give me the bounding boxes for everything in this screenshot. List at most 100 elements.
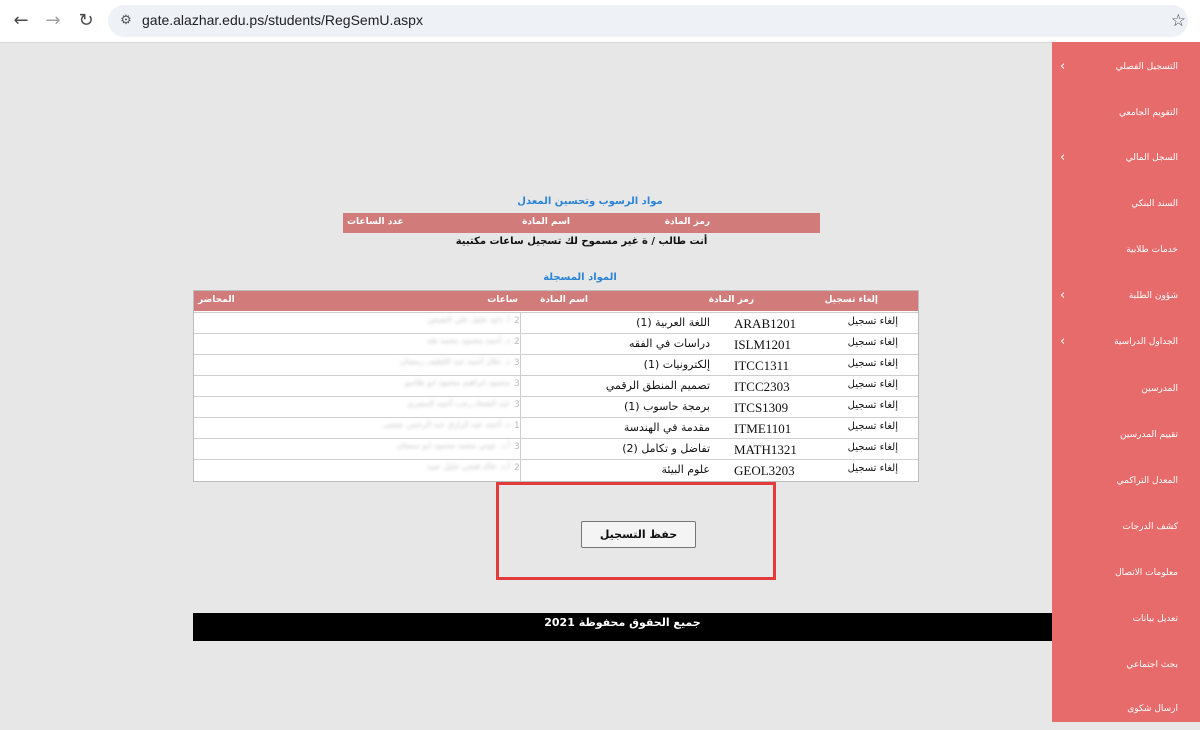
course-hours: 1 [514, 421, 520, 431]
sidebar-item-label: تعديل بيانات [1132, 614, 1178, 624]
course-hours: 2 [514, 337, 520, 347]
registered-courses-table: إلغاء تسجيل رمز المادة اسم المادة ساعات … [193, 290, 919, 482]
table-row: إلغاء تسجيل ITCS1309 برمجة حاسوب (1) 3 ع… [194, 396, 918, 418]
forward-arrow-icon[interactable]: → [40, 8, 66, 34]
table-row: إلغاء تسجيل ISLM1201 دراسات في الفقه 2 د… [194, 333, 918, 355]
save-registration-button[interactable]: حفظ التسجيل [581, 521, 696, 548]
cancel-registration-link[interactable]: إلغاء تسجيل [848, 337, 898, 348]
sidebar-item-label: التقويم الجامعي [1119, 108, 1178, 118]
table-row: إلغاء تسجيل ITME1101 مقدمة في الهندسة 1 … [194, 417, 918, 439]
course-name: مقدمة في الهندسة [623, 421, 710, 434]
instructor-name: عبد الشعاد رجب أحمد المصري [407, 399, 510, 408]
header-cancel-registration: إلغاء تسجيل [824, 295, 878, 305]
instructor-name: أ.د. عوني محمد محمود ابو سمعان [396, 441, 510, 450]
cell-divider [520, 460, 521, 481]
course-code: ITCC2303 [734, 379, 790, 394]
course-name: تفاضل و تكامل (2) [622, 442, 710, 455]
sidebar-item-financial-record[interactable]: ‹ السجل المالي [1052, 139, 1200, 179]
sidebar-item-contact-info[interactable]: معلومات الاتصال [1052, 554, 1200, 594]
course-code: ITCS1309 [734, 400, 789, 415]
course-name: إلكترونيات (1) [643, 358, 710, 371]
sidebar-item-label: كشف الدرجات [1122, 522, 1178, 532]
cancel-registration-link[interactable]: إلغاء تسجيل [848, 379, 898, 390]
office-hours-notice: أنت طالب / ة غير مسموح لك تسجيل ساعات مك… [455, 236, 708, 247]
course-hours: 3 [514, 442, 520, 452]
sidebar-item-social-research[interactable]: بحث اجتماعي [1052, 646, 1200, 686]
chevron-left-icon: ‹ [1060, 150, 1066, 165]
address-bar[interactable]: ⚙ gate.alazhar.edu.ps/students/RegSemU.a… [108, 5, 1188, 37]
course-name: اللغة العربية (1) [636, 316, 710, 329]
sidebar-item-gpa[interactable]: المعدل التراكمي [1052, 462, 1200, 502]
course-hours: 3 [514, 379, 520, 389]
browser-toolbar: ← → ↻ ⚙ gate.alazhar.edu.ps/students/Reg… [0, 0, 1200, 43]
sidebar-item-label: ارسال شكوى [1127, 704, 1178, 714]
instructor-name: أ. داود خليل علي الشيص [427, 315, 510, 324]
instructor-name: محمود ابراهيم محمود ابو طاسو [405, 378, 510, 387]
sidebar-item-teachers[interactable]: المدرسين [1052, 370, 1200, 410]
sidebar-item-label: السجل المالي [1125, 153, 1178, 163]
sidebar-item-academic-calendar[interactable]: التقويم الجامعي [1052, 94, 1200, 134]
sidebar-item-label: المدرسين [1141, 384, 1178, 394]
cell-divider [520, 397, 521, 418]
sidebar-item-label: التسجيل الفصلي [1115, 62, 1178, 72]
sidebar-item-transcript[interactable]: كشف الدرجات [1052, 508, 1200, 548]
cancel-registration-link[interactable]: إلغاء تسجيل [848, 400, 898, 411]
site-settings-icon[interactable]: ⚙ [118, 13, 134, 29]
failed-courses-header: رمز المادة اسم المادة عدد الساعات [343, 213, 820, 233]
header-instructor: المحاضر [198, 295, 235, 305]
chevron-left-icon: ‹ [1060, 334, 1066, 349]
course-name: تصميم المنطق الرقمي [605, 379, 710, 392]
instructor-name: د. أحمد محمود محمد طه [427, 336, 510, 345]
sidebar-item-semester-registration[interactable]: ‹ التسجيل الفصلي [1052, 48, 1200, 88]
cancel-registration-link[interactable]: إلغاء تسجيل [848, 463, 898, 474]
sidebar-item-send-complaint[interactable]: ارسال شكوى [1052, 690, 1200, 730]
reload-icon[interactable]: ↻ [73, 8, 99, 34]
header-course-code: رمز المادة [708, 295, 754, 305]
sidebar-item-teacher-evaluation[interactable]: تقييم المدرسين [1052, 416, 1200, 456]
cancel-registration-link[interactable]: إلغاء تسجيل [848, 421, 898, 432]
header-hours: ساعات [487, 295, 518, 305]
chevron-left-icon: ‹ [1060, 59, 1066, 74]
course-code: ITCC1311 [734, 358, 790, 373]
course-code: ARAB1201 [734, 316, 797, 331]
cell-divider [520, 418, 521, 439]
course-code: ISLM1201 [734, 337, 792, 352]
cell-divider [520, 376, 521, 397]
cell-divider [520, 313, 521, 334]
table-row: إلغاء تسجيل GEOL3203 علوم البيئة 2 أ.د. … [194, 459, 918, 481]
sidebar-item-label: الجداول الدراسية [1114, 337, 1178, 347]
sidebar-item-schedules[interactable]: ‹ الجداول الدراسية [1052, 323, 1200, 363]
sidebar-item-student-affairs[interactable]: ‹ شؤون الطلبة [1052, 277, 1200, 317]
course-name: برمجة حاسوب (1) [623, 400, 710, 413]
instructor-name: د. جلال أحمد عبد اللطيف رمضان [400, 357, 510, 366]
sidebar-item-student-services[interactable]: خدمات طلابية [1052, 231, 1200, 271]
table-row: إلغاء تسجيل ARAB1201 اللغة العربية (1) 2… [194, 312, 918, 334]
sidebar-item-bank-voucher[interactable]: السند البنكي [1052, 185, 1200, 225]
cancel-registration-link[interactable]: إلغاء تسجيل [848, 316, 898, 327]
chevron-left-icon: ‹ [1060, 288, 1066, 303]
instructor-name: د. أحمد عبد الرازق عبد الرحمن عيسى [382, 420, 510, 429]
table-row: إلغاء تسجيل ITCC1311 إلكترونيات (1) 3 د.… [194, 354, 918, 376]
sidebar-item-edit-data[interactable]: تعديل بيانات [1052, 600, 1200, 640]
header-hours-count: عدد الساعات [347, 217, 404, 227]
table-header: إلغاء تسجيل رمز المادة اسم المادة ساعات … [194, 291, 918, 311]
course-code: ITME1101 [734, 421, 792, 436]
sidebar-item-label: السند البنكي [1131, 199, 1178, 209]
course-hours: 3 [514, 358, 520, 368]
sidebar-item-label: بحث اجتماعي [1126, 660, 1178, 670]
sidebar-item-label: معلومات الاتصال [1115, 568, 1178, 578]
url-text[interactable]: gate.alazhar.edu.ps/students/RegSemU.asp… [142, 12, 423, 28]
cancel-registration-link[interactable]: إلغاء تسجيل [848, 442, 898, 453]
cancel-registration-link[interactable]: إلغاء تسجيل [848, 358, 898, 369]
header-course-name: اسم المادة [540, 295, 588, 305]
back-arrow-icon[interactable]: ← [8, 8, 34, 34]
course-hours: 3 [514, 400, 520, 410]
bookmark-star-icon[interactable]: ☆ [1171, 11, 1186, 31]
table-row: إلغاء تسجيل ITCC2303 تصميم المنطق الرقمي… [194, 375, 918, 397]
sidebar-menu: ‹ التسجيل الفصلي التقويم الجامعي ‹ السجل… [1052, 42, 1200, 722]
course-name: علوم البيئة [661, 463, 710, 476]
course-hours: 2 [514, 463, 520, 473]
cell-divider [520, 355, 521, 376]
failed-courses-title: مواد الرسوب وتحسين المعدل [517, 196, 663, 207]
header-course-code: رمز المادة [664, 217, 710, 227]
